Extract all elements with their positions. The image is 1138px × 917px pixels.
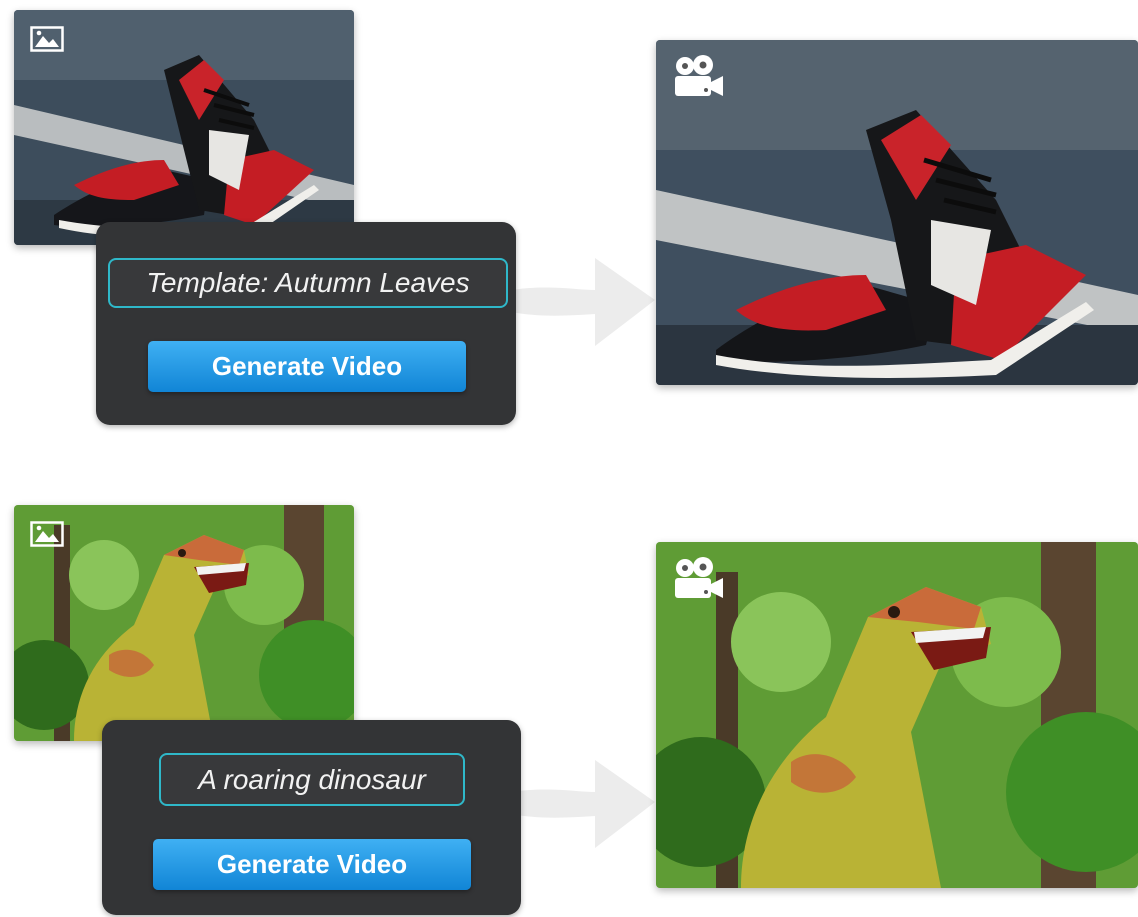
input-image-sneakers — [14, 10, 354, 245]
output-video-sneakers — [656, 40, 1138, 385]
prompt-field[interactable]: Template: Autumn Leaves — [108, 258, 508, 308]
input-image-dinosaur — [14, 505, 354, 741]
output-video-dinosaur — [656, 542, 1138, 888]
video-camera-icon — [668, 554, 728, 602]
prompt-panel-1: Template: Autumn Leaves Generate Video — [96, 222, 516, 425]
prompt-field[interactable]: A roaring dinosaur — [159, 753, 465, 806]
video-camera-icon — [668, 52, 728, 100]
image-icon — [30, 26, 64, 52]
generate-video-button[interactable]: Generate Video — [148, 341, 466, 392]
generate-video-button[interactable]: Generate Video — [153, 839, 471, 890]
prompt-panel-2: A roaring dinosaur Generate Video — [102, 720, 521, 915]
image-icon — [30, 521, 64, 547]
